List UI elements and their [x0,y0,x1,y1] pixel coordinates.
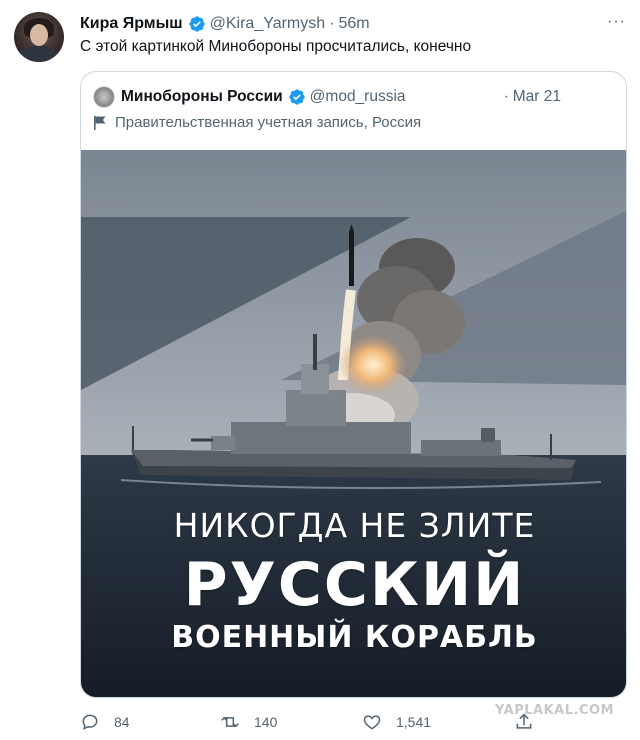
like-icon [363,715,381,730]
government-label: Правительственная учетная запись, Россия [93,114,421,131]
more-icon[interactable]: ··· [607,13,626,31]
separator-dot: · [329,15,335,32]
quoted-date: Mar 21 [512,88,561,105]
avatar-body [20,46,58,62]
reply-button[interactable]: 84 [80,710,130,734]
poster-line-2: РУССКИЙ [183,550,526,620]
author-name[interactable]: Кира Ярмыш [80,15,183,33]
retweet-icon [221,716,239,728]
separator-dot: · [503,88,509,105]
tweet-time[interactable]: 56m [338,15,369,33]
flag-icon [94,115,106,130]
author-avatar[interactable] [14,12,64,62]
poster-line-1: НИКОГДА НЕ ЗЛИТЕ [173,506,536,545]
poster-line-3: ВОЕННЫЙ КОРАБЛЬ [171,620,538,655]
quoted-handle: @mod_russia [309,88,406,105]
poster-image[interactable]: НИКОГДА НЕ ЗЛИТЕ РУССКИЙ ВОЕННЫЙ КОРАБЛЬ [81,150,626,697]
watermark: YAPLAKAL.COM [495,703,614,718]
retweet-count: 140 [254,714,278,730]
like-count: 1,541 [396,714,432,730]
quoted-author-name: Минобороны России [121,88,283,105]
avatar-face [30,24,48,46]
quoted-avatar [93,86,115,108]
missile [349,224,354,286]
launch-fire [339,335,407,395]
tweet-header: Кира Ярмыш @Kira_Yarmysh · 56m ··· [80,13,626,35]
government-label-text: Правительственная учетная запись, Россия [115,114,422,131]
tweet-text: С этой картинкой Минобороны просчитались… [80,38,472,55]
author-handle[interactable]: @Kira_Yarmysh [210,15,326,33]
reply-icon [82,714,98,731]
reply-count: 84 [114,714,130,730]
verified-badge-icon [188,16,205,32]
verified-badge-icon [288,89,305,105]
quoted-header: Минобороны России @mod_russia · Mar 21 [93,86,613,108]
like-button[interactable]: 1,541 [362,710,431,734]
quoted-tweet[interactable]: Минобороны России @mod_russia · Mar 21 П… [80,71,627,698]
retweet-button[interactable]: 140 [220,710,277,734]
